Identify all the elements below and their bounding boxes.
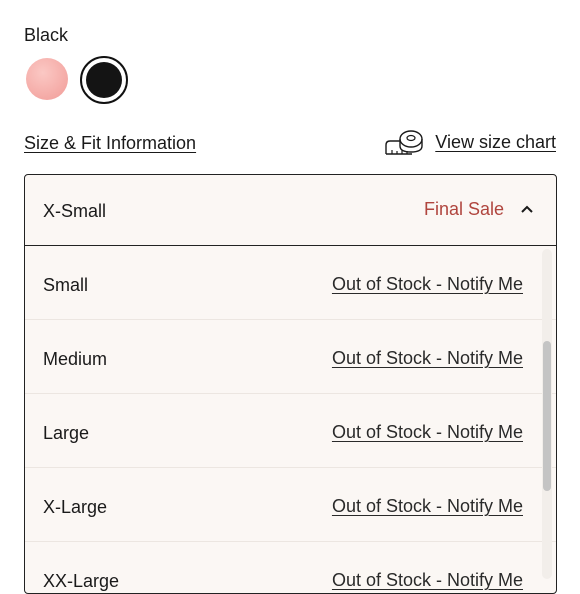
size-option-label: Medium: [43, 349, 108, 369]
size-option-label: X-Large: [43, 497, 108, 517]
size-option-label: Small: [43, 275, 89, 295]
size-option-medium[interactable]: Medium Out of Stock - Notify Me: [25, 320, 556, 394]
color-swatch-pink[interactable]: [26, 58, 68, 100]
options-scrollbar[interactable]: [542, 249, 552, 579]
measuring-tape-icon: [385, 130, 423, 155]
size-option-small[interactable]: Small Out of Stock - Notify Me: [25, 246, 556, 320]
size-dropdown-selected[interactable]: X-Small Final Sale: [25, 175, 556, 246]
notify-me-link[interactable]: Out of Stock - Notify Me: [332, 347, 523, 369]
notify-me-link[interactable]: Out of Stock - Notify Me: [332, 569, 523, 591]
size-chart-label[interactable]: View size chart: [435, 131, 556, 153]
notify-me-link[interactable]: Out of Stock - Notify Me: [332, 495, 523, 517]
selected-color-label: Black: [24, 25, 69, 45]
chevron-up-icon[interactable]: [520, 204, 534, 214]
notify-me-link[interactable]: Out of Stock - Notify Me: [332, 421, 523, 443]
size-fit-info-link[interactable]: Size & Fit Information: [24, 132, 196, 154]
final-sale-badge: Final Sale: [423, 199, 504, 219]
size-options-list: Small Out of Stock - Notify Me Medium Ou…: [25, 246, 556, 593]
color-swatch-black[interactable]: [80, 56, 128, 104]
size-option-label: XX-Large: [43, 571, 120, 591]
size-option-label: Large: [43, 423, 90, 443]
size-dropdown[interactable]: X-Small Final Sale Small Out of Stock - …: [24, 174, 557, 594]
notify-me-link[interactable]: Out of Stock - Notify Me: [332, 273, 523, 295]
options-scrollbar-thumb[interactable]: [543, 341, 551, 491]
size-option-x-large[interactable]: X-Large Out of Stock - Notify Me: [25, 468, 556, 542]
selected-size-label: X-Small: [43, 201, 107, 221]
size-option-xx-large[interactable]: XX-Large Out of Stock - Notify Me: [25, 542, 556, 593]
size-option-large[interactable]: Large Out of Stock - Notify Me: [25, 394, 556, 468]
color-swatch-black-fill: [86, 62, 122, 98]
size-chart-link[interactable]: View size chart: [384, 128, 556, 156]
